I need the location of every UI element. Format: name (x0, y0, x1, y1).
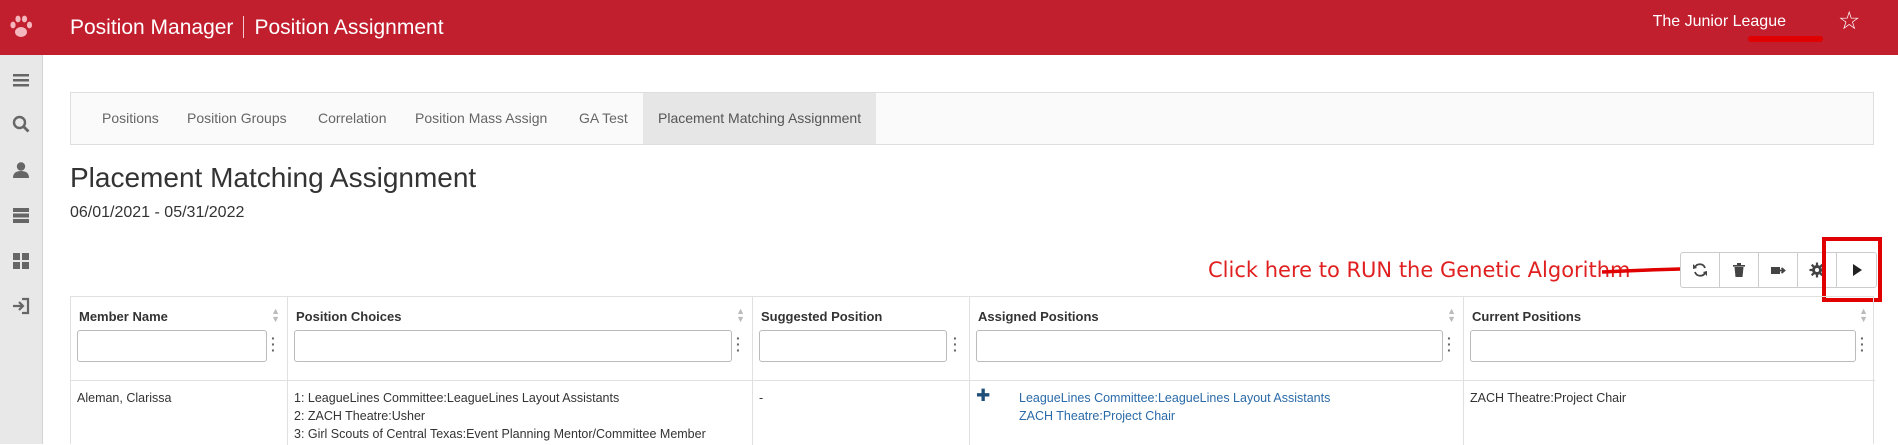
sign-out-icon[interactable] (8, 293, 34, 319)
sort-icon[interactable]: ▲ ▼ (1447, 307, 1456, 324)
column-label[interactable]: Suggested Position (761, 309, 882, 324)
tab-placement-matching-assignment[interactable]: Placement Matching Assignment (643, 93, 877, 144)
run-button-highlight-annotation (1822, 237, 1882, 302)
sort-icon[interactable]: ▲ ▼ (1859, 307, 1868, 324)
date-range: 06/01/2021 - 05/31/2022 (70, 204, 245, 221)
assigned-position-link[interactable]: LeagueLines Committee:LeagueLines Layout… (1019, 389, 1330, 407)
tab-correlation[interactable]: Correlation (303, 93, 401, 144)
trash-icon (1733, 263, 1745, 277)
paw-logo-icon[interactable] (8, 12, 34, 42)
position-choices-cell: 1: LeagueLines Committee:LeagueLines Lay… (294, 389, 706, 443)
sort-icon[interactable]: ▲ ▼ (736, 307, 745, 324)
star-icon[interactable]: ☆ (1838, 9, 1860, 34)
assigned-positions-cell: LeagueLines Committee:LeagueLines Layout… (1019, 389, 1330, 425)
user-icon[interactable] (8, 157, 34, 183)
column-menu-icon[interactable]: · · · (1860, 331, 1865, 357)
app-title: Position Manager Position Assignment (70, 16, 444, 40)
server-icon[interactable] (8, 202, 34, 228)
org-name-underline-annotation (1748, 36, 1823, 42)
export-button[interactable] (1759, 253, 1798, 287)
export-icon (1771, 267, 1786, 274)
column-member-name: Member Name ▲ ▼ · · · Aleman, Clarissa (71, 297, 288, 445)
top-bar: Position Manager Position Assignment The … (0, 0, 1898, 55)
dashboard-icon[interactable] (8, 248, 34, 274)
column-menu-icon[interactable]: · · · (953, 331, 958, 357)
column-menu-icon[interactable]: · · · (1447, 331, 1452, 357)
search-icon[interactable] (8, 111, 34, 137)
sidebar (0, 55, 43, 444)
column-label[interactable]: Position Choices (296, 309, 401, 324)
choice-item: 2: ZACH Theatre:Usher (294, 409, 426, 423)
column-menu-icon[interactable]: · · · (271, 331, 276, 357)
column-header: Member Name ▲ ▼ · · · (71, 297, 287, 381)
current-positions-filter-input[interactable] (1470, 330, 1856, 362)
tab-bar: Positions Position Groups Correlation Po… (70, 92, 1874, 145)
position-choices-filter-input[interactable] (294, 330, 732, 362)
app-name[interactable]: Position Manager (70, 16, 233, 39)
add-assignment-plus-icon[interactable]: ✚ (976, 387, 990, 405)
page-name: Position Assignment (254, 16, 444, 39)
column-label[interactable]: Member Name (79, 309, 168, 324)
current-positions-cell: ZACH Theatre:Project Chair (1470, 391, 1627, 405)
menu-icon[interactable] (8, 67, 34, 93)
tab-positions[interactable]: Positions (87, 93, 174, 144)
title-separator (243, 16, 245, 38)
assignment-grid: Member Name ▲ ▼ · · · Aleman, Clarissa Posi… (70, 296, 1875, 445)
org-name[interactable]: The Junior League (1653, 13, 1786, 31)
column-menu-icon[interactable]: · · · (736, 331, 741, 357)
refresh-icon (1693, 263, 1707, 277)
tab-position-mass-assign[interactable]: Position Mass Assign (400, 93, 562, 144)
suggested-position-cell: - (759, 391, 764, 405)
column-label[interactable]: Assigned Positions (978, 309, 1099, 324)
tab-ga-test[interactable]: GA Test (564, 93, 643, 144)
page-title: Placement Matching Assignment (70, 162, 477, 193)
choice-item: 3: Girl Scouts of Central Texas:Event Pl… (294, 427, 706, 441)
choice-item: 1: LeagueLines Committee:LeagueLines Lay… (294, 391, 620, 405)
assigned-position-link[interactable]: ZACH Theatre:Project Chair (1019, 407, 1330, 425)
column-header: Position Choices ▲ ▼ · · · (288, 297, 752, 381)
suggested-position-filter-input[interactable] (759, 330, 947, 362)
sort-icon[interactable]: ▲ ▼ (271, 307, 280, 324)
tab-position-groups[interactable]: Position Groups (172, 93, 302, 144)
column-suggested-position: Suggested Position · · · - (753, 297, 970, 445)
assigned-positions-filter-input[interactable] (976, 330, 1443, 362)
column-assigned-positions: Assigned Positions ▲ ▼ · · · ✚ LeagueLines … (970, 297, 1464, 445)
member-name-cell: Aleman, Clarissa (77, 391, 172, 405)
member-name-filter-input[interactable] (77, 330, 267, 362)
column-position-choices: Position Choices ▲ ▼ · · · 1: LeagueLines C… (288, 297, 753, 445)
run-annotation-text: Click here to RUN the Genetic Algorithm (1208, 258, 1631, 282)
column-current-positions: Current Positions ▲ ▼ · · · ZACH Theatre:Pr… (1464, 297, 1875, 445)
delete-button[interactable] (1720, 253, 1759, 287)
column-header: Assigned Positions ▲ ▼ · · · (970, 297, 1463, 381)
refresh-button[interactable] (1681, 253, 1720, 287)
column-header: Suggested Position · · · (753, 297, 969, 381)
column-label[interactable]: Current Positions (1472, 309, 1581, 324)
column-header: Current Positions ▲ ▼ · · · (1464, 297, 1875, 381)
